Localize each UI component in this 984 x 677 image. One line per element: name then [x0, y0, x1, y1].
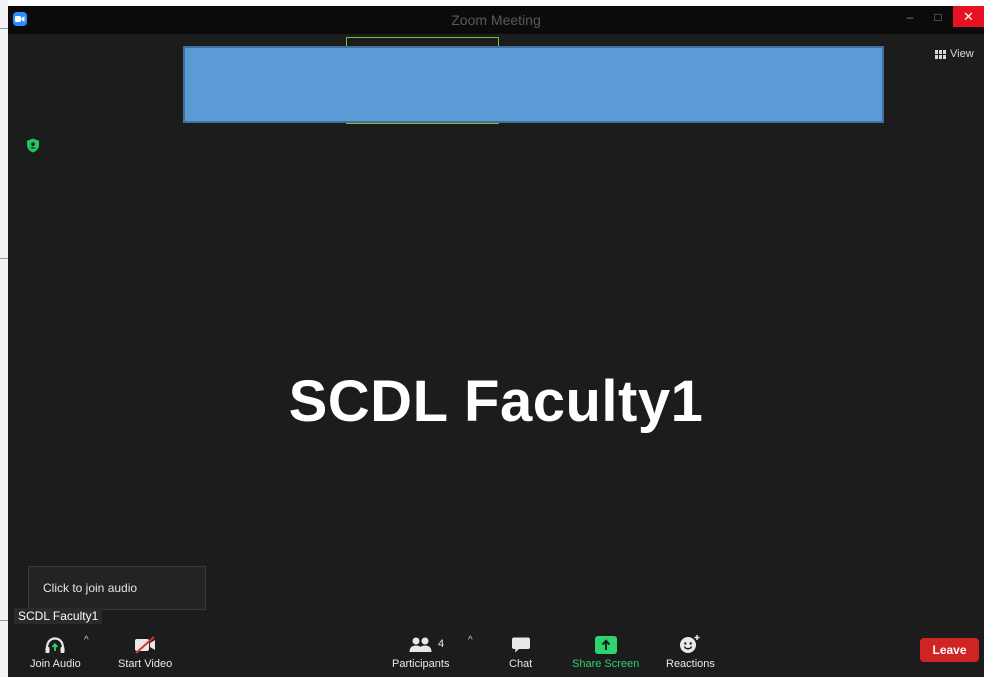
- people-icon: [409, 637, 432, 652]
- close-button[interactable]: ✕: [953, 6, 984, 27]
- video-off-icon: [135, 636, 156, 654]
- redacted-thumbnail-strip: [183, 46, 884, 123]
- zoom-meeting-window: Zoom Meeting – □ ✕ View SCDL Faculty1 Cl…: [8, 6, 984, 677]
- meeting-toolbar: Join Audio ^ Start Video Participants 4 …: [8, 624, 984, 677]
- join-audio-label: Join Audio: [30, 658, 81, 670]
- grid-icon: [935, 49, 946, 59]
- minimize-button[interactable]: –: [897, 6, 923, 27]
- participant-count-badge: 4: [438, 638, 445, 650]
- participant-name-tag: SCDL Faculty1: [14, 608, 103, 625]
- join-audio-button[interactable]: Join Audio: [30, 628, 81, 670]
- window-title: Zoom Meeting: [451, 12, 541, 28]
- chat-button[interactable]: Chat: [509, 628, 532, 670]
- background-desktop-strip: [0, 0, 8, 677]
- join-audio-popup[interactable]: Click to join audio: [28, 566, 206, 610]
- background-divider: [0, 620, 8, 621]
- start-video-label: Start Video: [118, 658, 173, 670]
- share-screen-label: Share Screen: [572, 658, 640, 670]
- background-divider: [0, 258, 8, 259]
- reactions-label: Reactions: [666, 658, 715, 670]
- headphones-icon: [45, 637, 65, 653]
- reactions-button[interactable]: Reactions: [666, 628, 715, 670]
- join-audio-popup-text: Click to join audio: [43, 581, 138, 595]
- participant-display-name: SCDL Faculty1: [288, 369, 704, 434]
- share-screen-icon: [594, 636, 617, 654]
- security-shield-icon[interactable]: [26, 138, 40, 153]
- background-divider: [0, 28, 8, 29]
- view-button-label: View: [950, 48, 974, 60]
- participants-label: Participants: [392, 658, 450, 670]
- maximize-button[interactable]: □: [925, 6, 951, 27]
- share-screen-button[interactable]: Share Screen: [572, 628, 639, 670]
- participants-options-caret[interactable]: ^: [468, 635, 473, 646]
- chat-label: Chat: [509, 658, 533, 670]
- audio-options-caret[interactable]: ^: [84, 635, 89, 646]
- emoji-icon: [680, 635, 700, 653]
- view-button[interactable]: View: [929, 45, 980, 63]
- leave-button[interactable]: Leave: [920, 638, 979, 662]
- start-video-button[interactable]: Start Video: [118, 628, 172, 670]
- chat-icon: [511, 637, 530, 653]
- title-bar[interactable]: Zoom Meeting – □ ✕: [8, 6, 984, 34]
